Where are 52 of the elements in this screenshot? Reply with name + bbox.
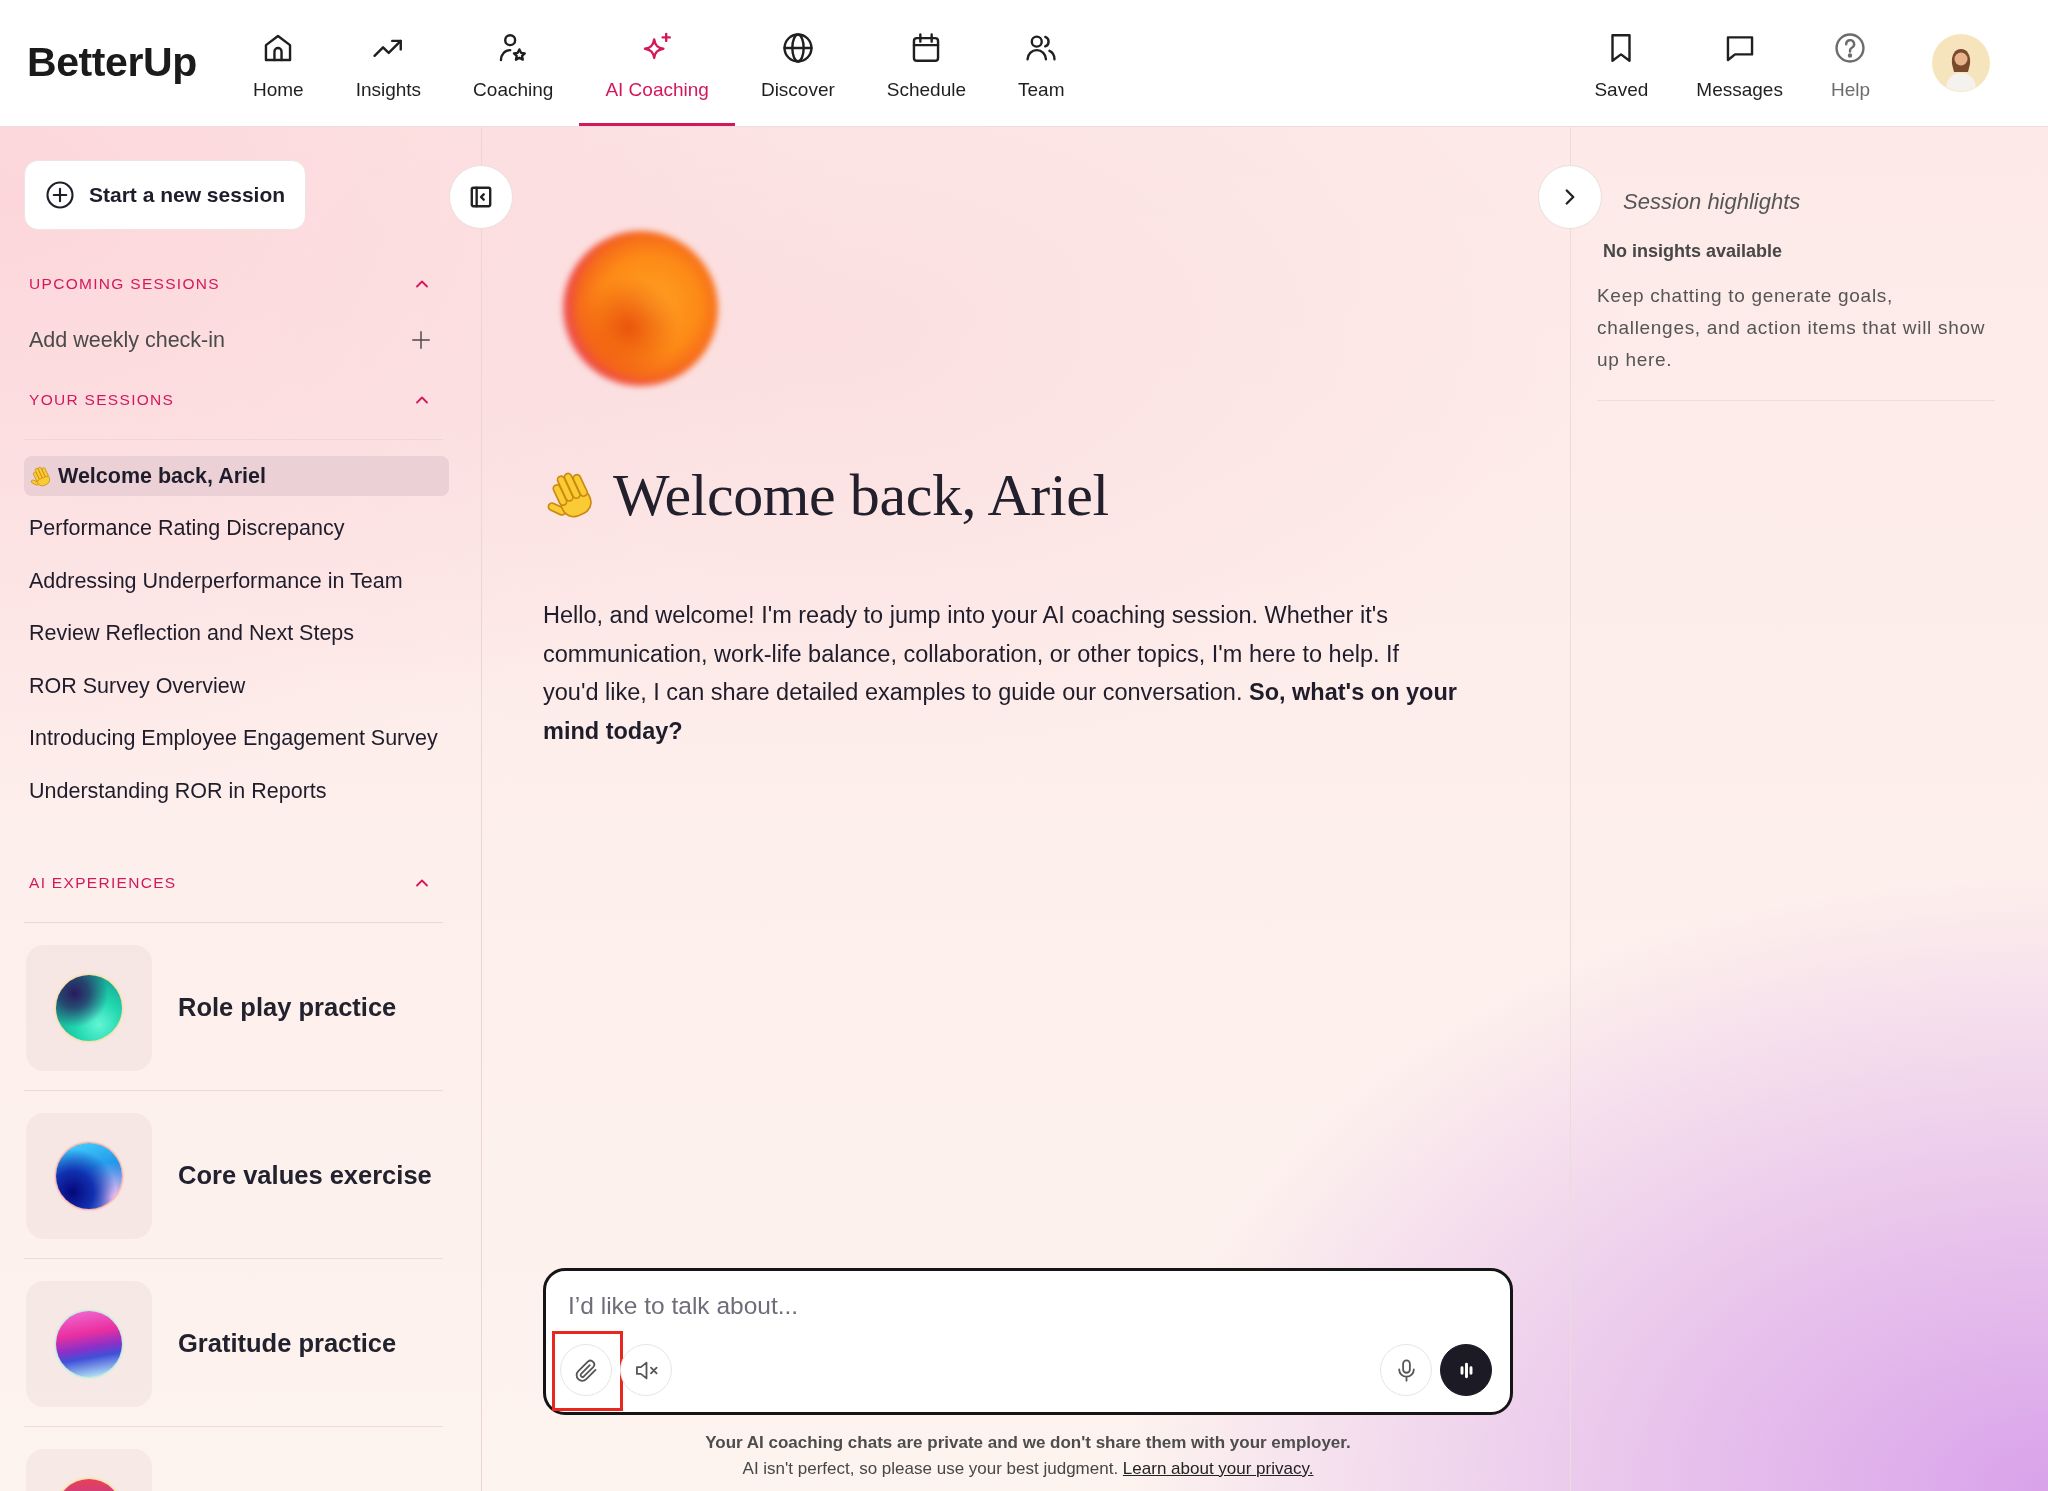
nav-tab[interactable]: Home [226,0,330,126]
panel-title: Session highlights [1623,188,1801,216]
welcome-message: Hello, and welcome! I'm ready to jump into your AI coaching session. Whether it's communication, work-life balance, collaboration, or other topics, I'm here to help. If you'd like, I can share detailed examples to guide our conversation. So, what's on your mind today? [543,601,1458,746]
orb-icon [56,974,122,1041]
plus-circle-icon [45,180,75,210]
session-item[interactable]: Welcome back, Ariel [24,456,449,496]
session-item[interactable]: Addressing Underperformance in Team [24,561,449,601]
nav-link[interactable]: Saved [1570,0,1673,126]
brand-logo[interactable]: BetterUp [27,40,197,86]
session-item[interactable]: Review Reflection and Next Steps [24,613,449,654]
user-avatar[interactable] [1932,34,1990,92]
privacy-link[interactable]: Learn about your privacy. [1122,1459,1314,1478]
experience-title[interactable]: Core values exercise [178,1156,432,1195]
voice-mode-button[interactable] [1440,1344,1492,1396]
nav-tab[interactable]: Schedule [860,0,993,126]
empty-state-title: No insights available [1603,240,1784,263]
disclaimer-note: AI isn't perfect, so please use your best judgment. [742,1459,1119,1478]
mute-button[interactable] [620,1344,672,1396]
new-session-button[interactable]: Start a new session [24,160,307,230]
orb-icon [56,1310,122,1377]
sidebar-panel-icon [468,184,494,210]
experience-title[interactable]: Gratitude practice [178,1324,397,1363]
session-item[interactable]: Understanding ROR in Reports [24,771,449,811]
welcome-heading: Welcome back, Ariel [613,461,1109,530]
nav-tab[interactable]: Coaching [447,0,580,126]
message-input[interactable]: I’d like to talk about... [560,1286,1492,1326]
section-heading: UPCOMING SESSIONS [29,274,220,295]
nav-link[interactable]: Help [1806,0,1894,126]
nav-tab[interactable]: Team [992,0,1091,126]
globe-icon [780,31,815,66]
composer-box[interactable]: I’d like to talk about... [543,1268,1513,1415]
session-item[interactable]: ROR Survey Overview [24,666,449,706]
session-item[interactable]: Introducing Employee Engagement Survey [24,718,449,759]
help-icon [1833,31,1868,66]
session-item[interactable]: Performance Rating Discrepancy [24,508,449,549]
empty-state-text: Keep chatting to generate goals, challenges, and action items that will show up here. [1597,284,1987,372]
microphone-button[interactable] [1380,1344,1432,1396]
orb-icon [56,1142,122,1209]
nav-link[interactable]: Messages [1672,0,1807,126]
plus-icon [410,329,432,351]
nav-tab[interactable]: Discover [734,0,861,126]
experience-thumbnail[interactable] [26,944,152,1071]
nav-tab[interactable]: Insights [329,0,448,126]
attach-button[interactable] [560,1344,612,1396]
section-heading: YOUR SESSIONS [29,390,175,411]
experience-thumbnail[interactable] [26,1112,152,1239]
section-heading: AI EXPERIENCES [29,872,177,893]
experience-title[interactable]: Role play practice [178,988,397,1027]
experience-thumbnail[interactable] [26,1280,152,1407]
nav-tab[interactable]: AI Coaching [579,0,735,126]
add-check-in-button[interactable]: Add weekly check-in [24,309,449,371]
privacy-notice: Your AI coaching chats are private and we don't share them with your employer. [704,1432,1352,1454]
